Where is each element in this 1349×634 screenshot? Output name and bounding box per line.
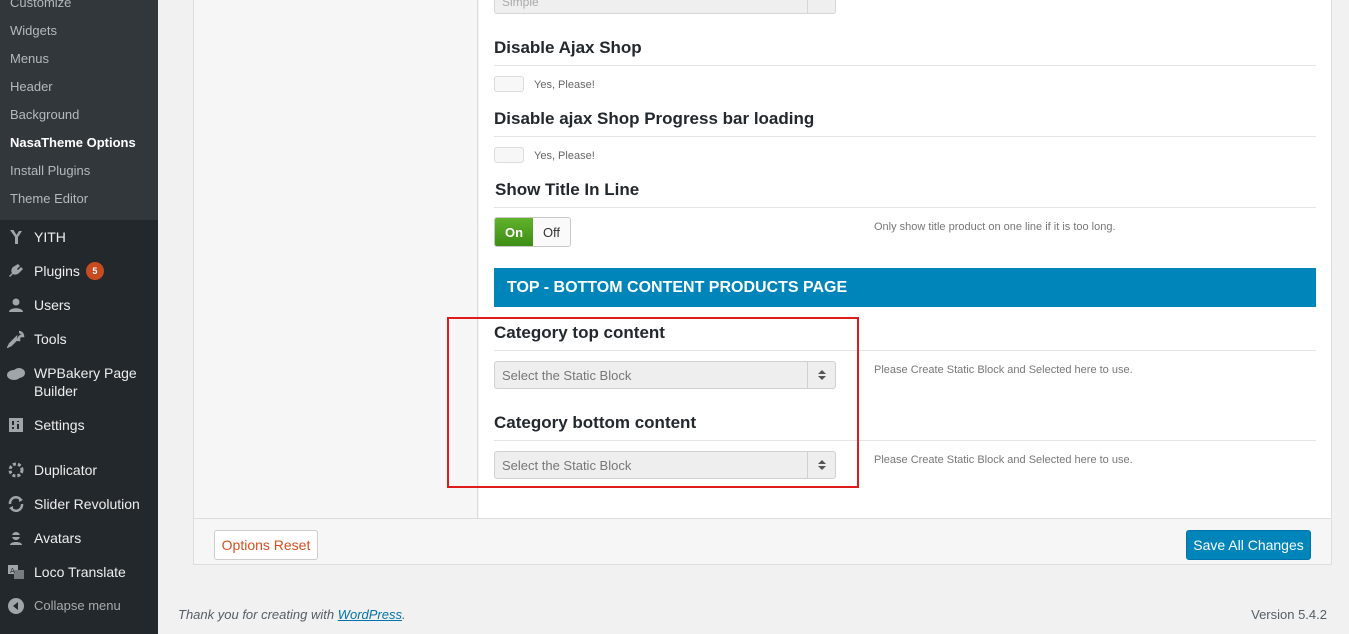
settings-icon — [6, 415, 26, 435]
show-title-in-line-description: Only show title product on one line if i… — [874, 221, 1116, 233]
options-nav-column — [194, 0, 478, 518]
collapse-arrow-icon — [6, 596, 26, 616]
options-action-bar: Options Reset Save All Changes — [194, 518, 1331, 564]
switch-on-option[interactable]: On — [495, 218, 533, 246]
menu-label: Duplicator — [34, 462, 98, 478]
show-title-in-line-title: Show Title In Line — [495, 180, 640, 199]
admin-sidebar: Customize Widgets Menus Header Backgroun… — [0, 0, 158, 634]
disable-ajax-progress-checkbox-label: Yes, Please! — [534, 150, 595, 162]
wpbakery-icon — [6, 364, 26, 384]
appearance-submenu: Customize Widgets Menus Header Backgroun… — [0, 0, 158, 220]
menu-label: Loco Translate — [34, 564, 126, 580]
users-icon — [6, 295, 26, 315]
divider — [494, 207, 1316, 208]
disable-ajax-shop-title: Disable Ajax Shop — [494, 38, 642, 57]
divider — [494, 65, 1316, 66]
duplicator-icon — [6, 460, 26, 480]
show-title-in-line-switch[interactable]: On Off — [494, 217, 571, 247]
menu-label: Tools — [34, 331, 67, 347]
menu-item-tools[interactable]: Tools — [0, 324, 158, 354]
menu-item-avatars[interactable]: Avatars — [0, 523, 158, 553]
switch-off-option[interactable]: Off — [533, 218, 570, 246]
section-heading: TOP - BOTTOM CONTENT PRODUCTS PAGE — [494, 268, 1316, 307]
menu-item-users[interactable]: Users — [0, 290, 158, 320]
layout-select-value: Simple — [502, 0, 539, 9]
avatars-icon — [6, 528, 26, 548]
submenu-item-menus[interactable]: Menus — [10, 50, 49, 68]
plugins-icon — [6, 261, 26, 281]
menu-item-slider-revolution[interactable]: Slider Revolution — [0, 489, 158, 519]
layout-select[interactable]: Simple — [494, 0, 836, 14]
disable-ajax-progress-checkbox[interactable] — [494, 147, 524, 163]
menu-item-settings[interactable]: Settings — [0, 410, 158, 440]
category-top-content-description: Please Create Static Block and Selected … — [874, 364, 1133, 376]
disable-ajax-shop-checkbox[interactable] — [494, 76, 524, 92]
wp-version: Version 5.4.2 — [1251, 607, 1327, 622]
submenu-item-customize[interactable]: Customize — [10, 0, 71, 12]
tools-icon — [6, 329, 26, 349]
submenu-item-nasatheme-options[interactable]: NasaTheme Options — [10, 134, 136, 152]
wp-footer-thanks: Thank you for creating with WordPress. — [178, 607, 406, 622]
highlight-annotation-box — [447, 317, 859, 488]
chevron-down-icon — [807, 0, 835, 13]
menu-label: Avatars — [34, 530, 82, 546]
menu-label: YITH — [34, 229, 66, 245]
svg-text:A: A — [10, 567, 15, 575]
submenu-item-install-plugins[interactable]: Install Plugins — [10, 162, 90, 180]
menu-item-yith[interactable]: YITH — [0, 222, 158, 252]
menu-item-duplicator[interactable]: Duplicator — [0, 455, 158, 485]
menu-label: WPBakery Page Builder — [34, 365, 137, 399]
menu-item-wpbakery[interactable]: WPBakery Page Builder — [0, 364, 158, 400]
divider — [494, 136, 1316, 137]
menu-label: Plugins 5 — [34, 262, 104, 280]
menu-item-loco-translate[interactable]: A Loco Translate — [0, 557, 158, 587]
options-reset-button[interactable]: Options Reset — [214, 530, 318, 560]
menu-label: Slider Revolution — [34, 496, 140, 512]
submenu-item-widgets[interactable]: Widgets — [10, 22, 57, 40]
category-bottom-content-description: Please Create Static Block and Selected … — [874, 454, 1133, 466]
slider-revolution-icon — [6, 494, 26, 514]
loco-translate-icon: A — [6, 562, 26, 582]
plugins-update-badge: 5 — [85, 262, 104, 280]
disable-ajax-shop-checkbox-label: Yes, Please! — [534, 79, 595, 91]
disable-ajax-progress-title: Disable ajax Shop Progress bar loading — [494, 109, 815, 128]
save-all-changes-button[interactable]: Save All Changes — [1186, 530, 1311, 560]
collapse-menu-button[interactable]: Collapse menu — [0, 591, 158, 621]
wordpress-link[interactable]: WordPress — [338, 607, 402, 622]
collapse-menu-label: Collapse menu — [34, 598, 121, 613]
menu-label: Settings — [34, 417, 85, 433]
menu-label: Users — [34, 297, 71, 313]
submenu-item-background[interactable]: Background — [10, 106, 79, 124]
menu-item-plugins[interactable]: Plugins 5 — [0, 256, 158, 286]
submenu-item-header[interactable]: Header — [10, 78, 53, 96]
yith-icon — [6, 227, 26, 247]
submenu-item-theme-editor[interactable]: Theme Editor — [10, 190, 88, 208]
